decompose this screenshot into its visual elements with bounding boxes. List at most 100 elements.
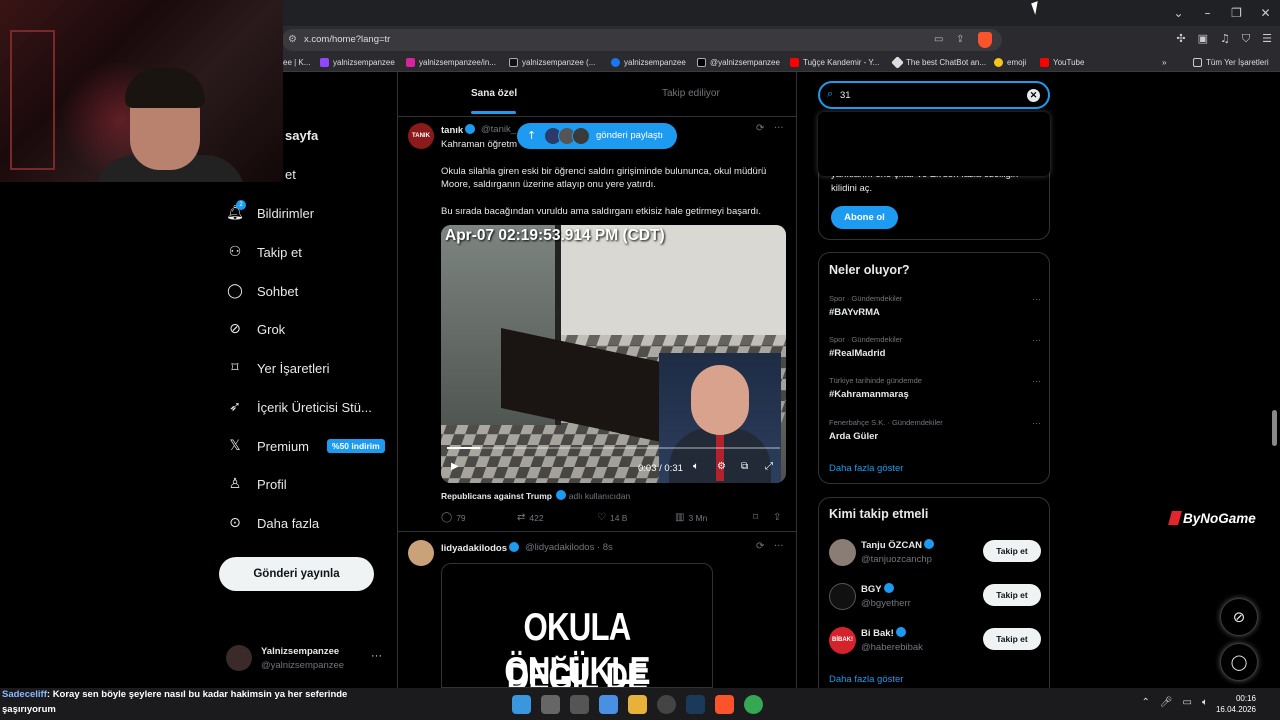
views-button[interactable]: ▥ 3 Mn — [675, 512, 707, 523]
tab-following[interactable]: Takip ediliyor — [662, 88, 720, 99]
pip-icon[interactable]: ⧉ — [741, 461, 748, 472]
network-icon[interactable]: ▭ — [1183, 697, 1192, 708]
settings-gear-icon[interactable]: ⚙ — [717, 461, 726, 472]
grok-analyze-icon[interactable]: ⟳ — [756, 123, 764, 134]
post-button[interactable]: Gönderi yayınla — [219, 557, 374, 591]
tweet-author-name[interactable]: tanık — [441, 124, 476, 136]
tweet-author-handle[interactable]: @lidyadakilodos · 8s — [525, 542, 613, 553]
start-icon[interactable] — [512, 695, 531, 714]
reply-button[interactable]: ◯ 79 — [441, 512, 466, 523]
tweet-image[interactable]: OKULA ÖNLÜKLE DEĞİL DE ÇELİK — [441, 563, 713, 688]
trend-item[interactable]: Fenerbahçe S.K. · Gündemdekiler Arda Gül… — [829, 418, 1041, 442]
install-app-icon[interactable]: ▭ — [934, 34, 943, 45]
follow-button[interactable]: Takip et — [983, 584, 1041, 606]
follow-suggestion[interactable]: Tanju ÖZCAN @tanjuozcanchp Takip et — [829, 537, 1041, 571]
extensions-icon[interactable]: ✣ — [1176, 32, 1185, 46]
bookmark-item[interactable]: Tuğçe Kandemir - Y... — [790, 58, 879, 67]
account-switcher[interactable]: Yalnizsempanzee @yalnizsempanzee ··· — [226, 645, 386, 675]
share-icon[interactable]: ⇪ — [956, 34, 964, 45]
url-field[interactable]: ⚙ x.com/home?lang=tr ▭ ⇪ — [282, 29, 1002, 51]
brave-icon[interactable] — [715, 695, 734, 714]
chrome-icon[interactable] — [744, 695, 763, 714]
tweet-more-icon[interactable]: ··· — [774, 123, 784, 134]
bookmark-item[interactable]: yalnizsempanzee — [320, 58, 395, 67]
share-button[interactable]: ⇪ — [773, 512, 781, 523]
like-button[interactable]: ♡ 14 B — [597, 512, 627, 523]
avatar[interactable]: TANIK — [408, 123, 434, 149]
video-player[interactable]: Apr-07 02:19:53.914 PM (CDT) ▶ 0:03 / 0:… — [441, 225, 786, 483]
site-settings-icon[interactable]: ⚙ — [288, 34, 297, 45]
bookmark-item[interactable]: yalnizsempanzee — [611, 58, 686, 67]
nav-grok[interactable]: ⊘ Grok — [227, 321, 285, 337]
bookmark-item[interactable]: The best ChatBot an... — [891, 56, 986, 69]
bookmark-item[interactable]: yalnizsempanzee (... — [509, 58, 595, 67]
bookmark-item[interactable]: emoji — [994, 58, 1026, 67]
tweet-author-handle[interactable]: @tanik_ — [481, 124, 516, 135]
avatar[interactable] — [408, 540, 434, 566]
file-explorer-icon[interactable] — [628, 695, 647, 714]
steam-icon[interactable] — [686, 695, 705, 714]
wallet-icon[interactable]: ▣ — [1198, 32, 1208, 46]
nav-chat[interactable]: ◯ Sohbet — [227, 283, 298, 299]
all-bookmarks-button[interactable]: Tüm Yer İşaretleri — [1193, 58, 1269, 67]
media-icon[interactable]: ♫ — [1220, 32, 1230, 46]
video-progress-bar[interactable] — [447, 447, 780, 449]
nav-home-partial-label[interactable]: sayfa — [285, 128, 318, 143]
minimize-button[interactable]: – — [1193, 6, 1222, 20]
trend-item[interactable]: Spor · Gündemdekiler #RealMadrid ··· — [829, 335, 1041, 359]
search-input[interactable] — [840, 88, 1020, 102]
nav-explore-partial-label[interactable]: et — [285, 167, 296, 182]
menu-icon[interactable]: ☰ — [1262, 32, 1272, 46]
nav-follow[interactable]: ⚇ Takip et — [227, 244, 302, 260]
speaker-icon[interactable]: 🔈︎ — [1202, 697, 1208, 708]
microphone-icon[interactable]: 🎤︎ — [1160, 697, 1173, 708]
task-view-icon[interactable] — [541, 695, 560, 714]
tray-expand-icon[interactable]: ⌃ — [1141, 697, 1149, 708]
trend-more-icon[interactable]: ··· — [1032, 335, 1041, 345]
obs-icon[interactable] — [657, 695, 676, 714]
brave-shields-icon[interactable] — [978, 32, 992, 48]
show-more-follow-link[interactable]: Daha fazla göster — [829, 674, 903, 685]
bookmarks-overflow-button[interactable]: » — [1162, 58, 1166, 67]
subscribe-button[interactable]: Abone ol — [831, 206, 898, 229]
nav-more[interactable]: ⊙ Daha fazla — [227, 515, 319, 531]
tab-list-icon[interactable]: ⌄ — [1164, 6, 1193, 20]
close-window-button[interactable]: ✕ — [1251, 6, 1280, 20]
play-icon[interactable]: ▶ — [451, 461, 459, 472]
app-icon[interactable] — [570, 695, 589, 714]
follow-button[interactable]: Takip et — [983, 628, 1041, 650]
vpn-icon[interactable]: ⛉ — [1242, 32, 1250, 46]
video-source[interactable]: Republicans against Trump adlı kullanıcı… — [441, 490, 630, 501]
account-more-icon[interactable]: ··· — [371, 650, 382, 662]
retweet-button[interactable]: ⇄ 422 — [517, 512, 544, 523]
nav-premium[interactable]: 𝕏 Premium %50 indirim — [227, 438, 385, 454]
system-clock[interactable]: 00:16 16.04.2026 — [1216, 693, 1256, 715]
nav-profile[interactable]: ♙ Profil — [227, 476, 287, 492]
clear-search-icon[interactable]: ✕ — [1027, 89, 1040, 102]
show-more-trends-link[interactable]: Daha fazla göster — [829, 463, 903, 474]
trend-more-icon[interactable]: ··· — [1032, 376, 1041, 386]
bookmark-item[interactable]: yalnizsempanzee/in... — [406, 58, 496, 67]
messages-fab-button[interactable]: ◯ — [1220, 643, 1258, 681]
trend-more-icon[interactable]: ··· — [1032, 418, 1041, 428]
nav-bookmarks[interactable]: ⌑ Yer İşaretleri — [227, 360, 329, 376]
trend-item[interactable]: Türkiye tarihinde gündemde #Kahramanmara… — [829, 376, 1041, 400]
tweet-more-icon[interactable]: ··· — [774, 541, 784, 552]
grok-fab-button[interactable]: ⊘ — [1220, 598, 1258, 636]
trend-more-icon[interactable]: ··· — [1032, 294, 1041, 304]
bookmark-item[interactable]: @yalnizsempanzee — [697, 58, 780, 67]
follow-suggestion[interactable]: BGY @bgyetherr Takip et — [829, 581, 1041, 615]
scrollbar-thumb[interactable] — [1272, 410, 1277, 446]
maximize-button[interactable]: ❐ — [1222, 6, 1251, 20]
follow-button[interactable]: Takip et — [983, 540, 1041, 562]
volume-icon[interactable]: 🔈︎ — [693, 461, 699, 472]
app-icon[interactable] — [599, 695, 618, 714]
trend-item[interactable]: Spor · Gündemdekiler #BAYvRMA ··· — [829, 294, 1041, 318]
nav-creator-studio[interactable]: ➶ İçerik Üreticisi Stü... — [227, 399, 372, 415]
grok-analyze-icon[interactable]: ⟳ — [756, 541, 764, 552]
follow-suggestion[interactable]: BİBAK! Bi Bak! @haberebibak Takip et — [829, 625, 1041, 659]
bookmark-button[interactable]: ⌑ — [753, 512, 758, 523]
fullscreen-icon[interactable]: ⤢ — [765, 461, 773, 472]
tweet-author-name[interactable]: lidyadakilodos — [441, 542, 519, 554]
tab-for-you[interactable]: Sana özel — [471, 88, 517, 99]
